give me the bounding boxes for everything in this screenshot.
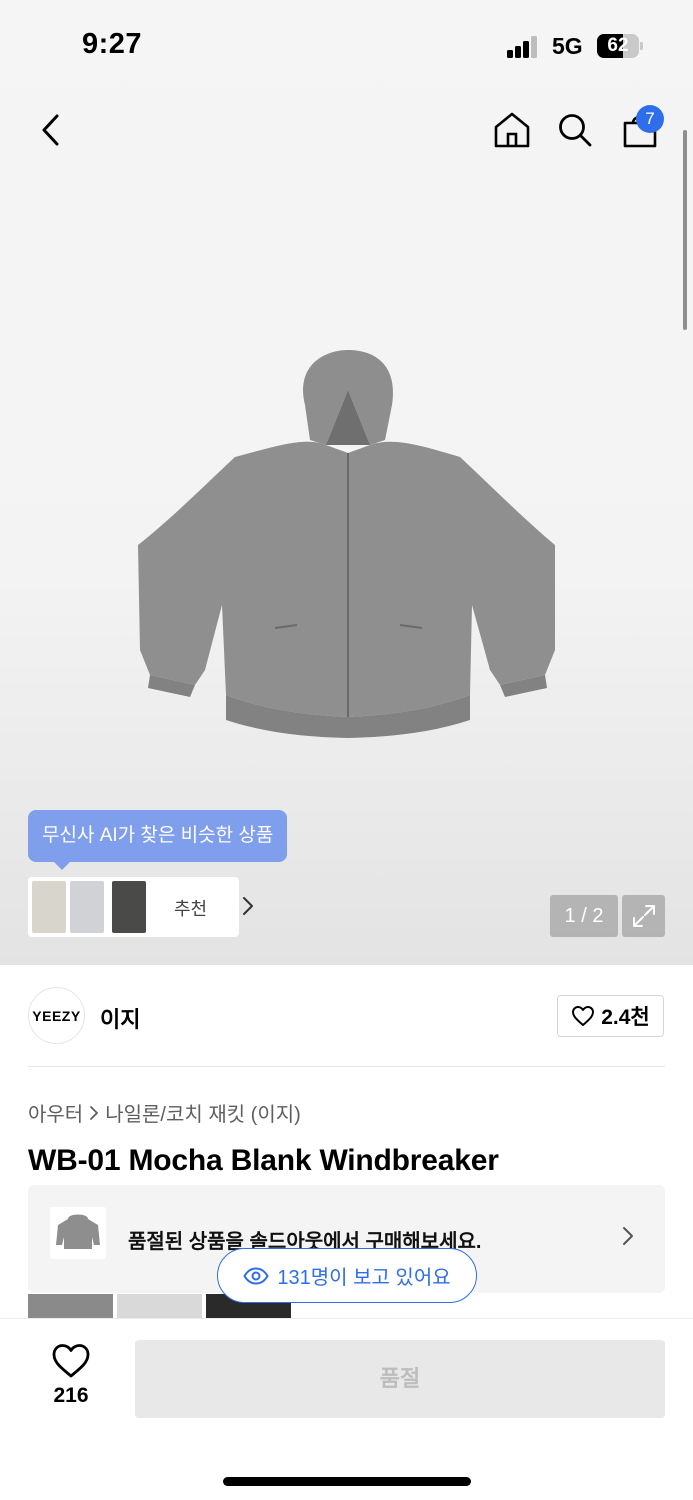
image-pager: 1 / 2: [550, 895, 618, 937]
brand-like-button[interactable]: 2.4천: [557, 995, 664, 1037]
brand-like-count: 2.4천: [601, 1006, 650, 1029]
chevron-right-icon: [243, 897, 253, 915]
like-heart-icon[interactable]: [51, 1343, 91, 1379]
product-image: [138, 350, 555, 738]
recommend-thumbnail: [112, 881, 146, 933]
related-thumbnail[interactable]: [117, 1294, 202, 1318]
search-icon: [559, 114, 592, 147]
breadcrumb: 아우터 나일론/코치 재킷 (이지): [28, 1098, 301, 1127]
search-button[interactable]: [551, 106, 599, 154]
expand-button[interactable]: [622, 895, 665, 937]
divider: [28, 1066, 665, 1067]
ai-recommend-tooltip: 무신사 AI가 찾은 비슷한 상품: [28, 810, 288, 870]
brand-logo[interactable]: YEEZY: [28, 987, 85, 1044]
cellular-signal-icon: [507, 36, 539, 58]
home-button[interactable]: [488, 106, 536, 154]
chevron-left-icon: [42, 114, 59, 146]
cart-count-badge: 7: [636, 105, 664, 133]
status-time: 9:27: [82, 28, 143, 60]
battery-icon: 62: [597, 34, 643, 58]
like-count: 216: [53, 1384, 89, 1407]
recommend-thumbnail: [70, 881, 104, 933]
breadcrumb-subcategory[interactable]: 나일론/코치 재킷 (이지): [105, 1098, 301, 1127]
recommend-thumbnail: [32, 881, 66, 933]
product-title: WB-01 Mocha Blank Windbreaker: [28, 1144, 499, 1177]
viewers-badge: 131명이 보고 있어요: [217, 1248, 477, 1303]
product-gallery[interactable]: 7 무신사 AI가 찾은 비슷한 상품 추천 1 / 2: [0, 0, 693, 965]
soldout-thumbnail: [50, 1207, 106, 1259]
chevron-right-icon: [623, 1227, 633, 1245]
back-button[interactable]: [26, 106, 74, 154]
related-thumbnail[interactable]: [28, 1294, 113, 1318]
home-indicator: [223, 1477, 471, 1486]
recommend-label: 추천: [174, 899, 208, 919]
status-bar: 9:27 5G 62: [0, 0, 693, 90]
expand-icon: [632, 905, 655, 927]
ai-recommend-card[interactable]: 추천: [28, 877, 253, 937]
battery-percent: 62: [607, 35, 629, 56]
heart-icon: [572, 1006, 595, 1026]
soldout-button[interactable]: 품절: [135, 1340, 665, 1418]
breadcrumb-category[interactable]: 아우터: [28, 1098, 83, 1127]
chevron-right-icon: [90, 1105, 99, 1120]
scroll-indicator: [683, 130, 687, 330]
brand-name[interactable]: 이지: [100, 1002, 140, 1034]
network-type: 5G: [552, 33, 583, 59]
home-icon: [494, 112, 530, 148]
viewers-text: 131명이 보고 있어요: [277, 1267, 451, 1289]
eye-icon: [243, 1266, 270, 1285]
